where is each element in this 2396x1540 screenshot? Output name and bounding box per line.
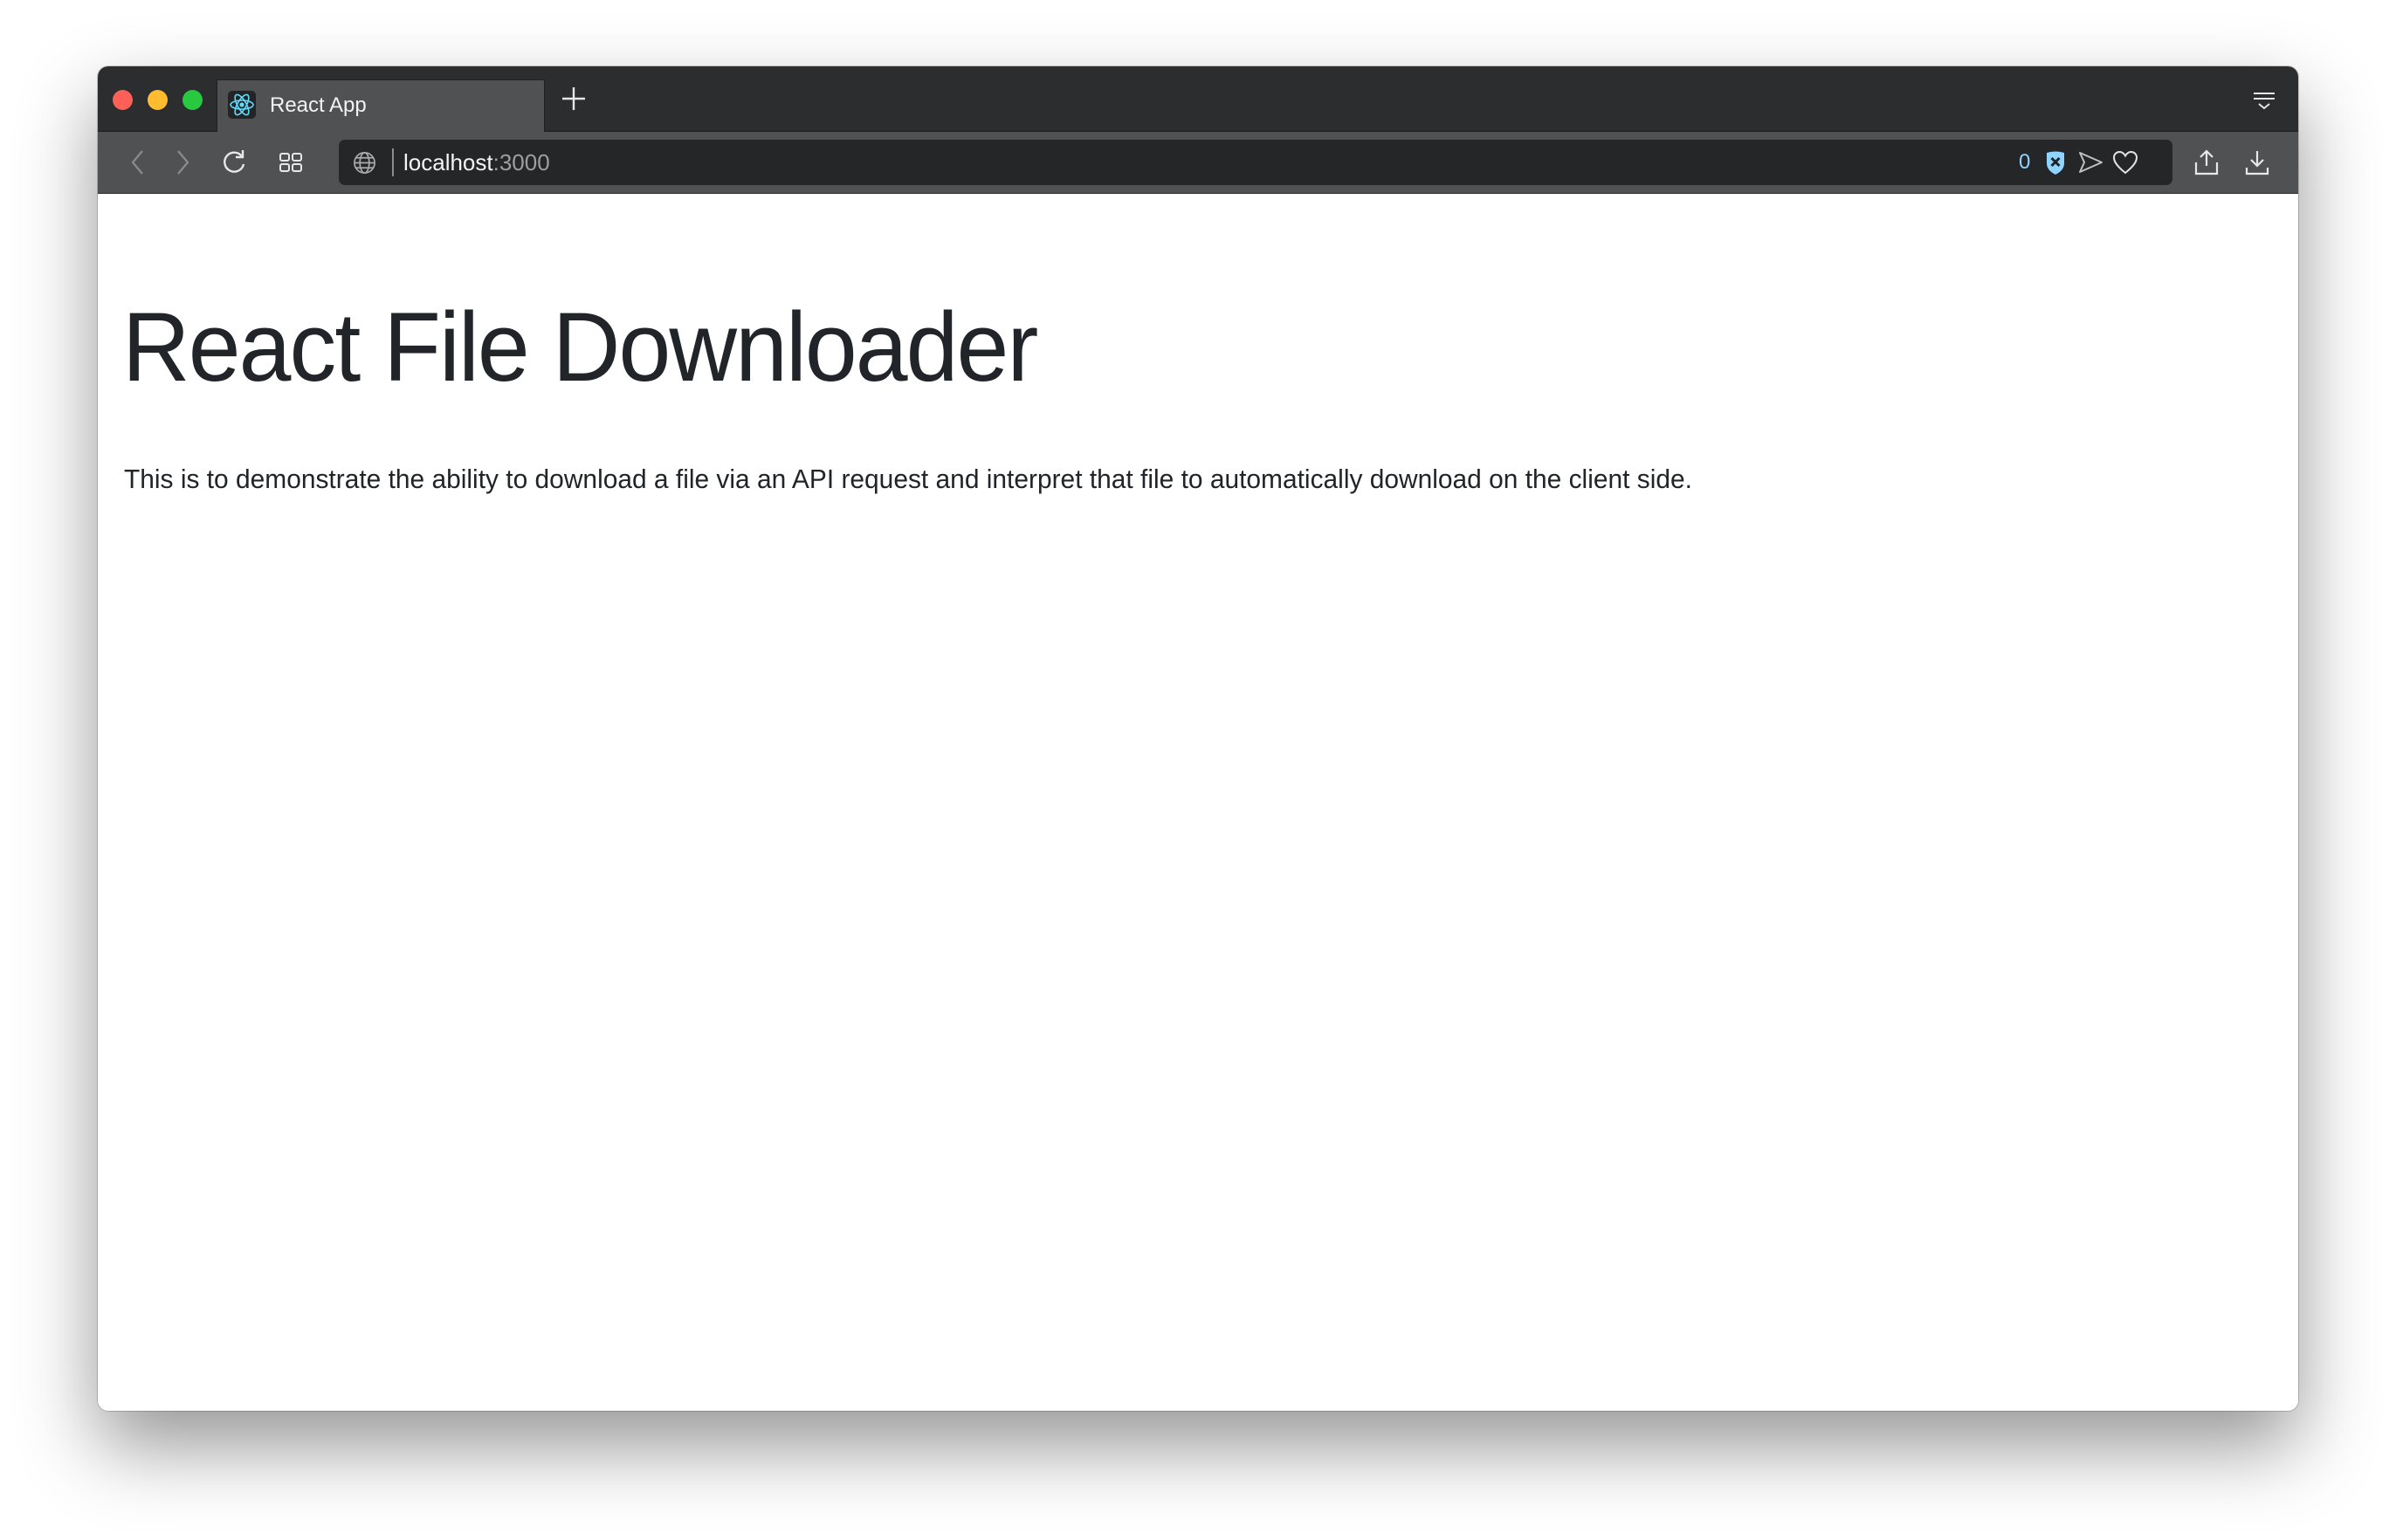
ad-block-shield-icon <box>2047 151 2064 175</box>
back-button[interactable] <box>122 147 154 178</box>
address-bar[interactable]: localhost:3000 0 <box>339 140 2172 185</box>
tab-bar: React App <box>98 66 2298 132</box>
window-maximize-button[interactable] <box>182 90 203 110</box>
desktop: React App localhost:3000 0 React File Do… <box>0 0 2396 1540</box>
react-logo-icon <box>228 91 256 119</box>
heart-icon <box>2112 150 2138 175</box>
tab-react-app[interactable]: React App <box>217 79 545 132</box>
page-description: This is to demonstrate the ability to do… <box>124 464 1692 494</box>
ad-block-button[interactable] <box>2041 148 2069 176</box>
globe-icon <box>354 152 375 174</box>
tab-list-icon <box>2254 93 2275 110</box>
tab-list-button[interactable] <box>2251 89 2277 113</box>
speed-dial-icon <box>279 153 302 172</box>
url-field[interactable]: localhost:3000 <box>403 148 550 176</box>
share-icon <box>2194 149 2219 175</box>
downloads-button[interactable] <box>2241 147 2273 178</box>
new-tab-button[interactable] <box>559 84 589 113</box>
reload-icon <box>224 150 245 173</box>
plus-icon <box>562 87 585 110</box>
blocked-count: 0 <box>2019 150 2031 174</box>
reload-button[interactable] <box>218 147 250 178</box>
url-host: localhost <box>403 149 493 175</box>
window-close-button[interactable] <box>113 90 133 110</box>
tab-title: React App <box>270 93 367 117</box>
speed-dial-button[interactable] <box>275 147 306 178</box>
send-button[interactable] <box>2076 148 2104 176</box>
send-icon <box>2079 152 2103 173</box>
chevron-right-icon <box>177 150 189 175</box>
navigation-toolbar: localhost:3000 0 <box>98 132 2298 194</box>
page-title: React File Downloader <box>122 292 1038 402</box>
bookmark-button[interactable] <box>2111 148 2139 176</box>
share-button[interactable] <box>2191 147 2222 178</box>
address-separator <box>392 148 394 176</box>
chevron-left-icon <box>131 150 143 175</box>
forward-button[interactable] <box>167 147 198 178</box>
url-port: :3000 <box>492 149 550 175</box>
page-content: React File Downloader This is to demonst… <box>98 194 2298 1411</box>
browser-window: React App localhost:3000 0 React File Do… <box>98 66 2298 1411</box>
window-minimize-button[interactable] <box>148 90 168 110</box>
download-icon <box>2245 151 2269 175</box>
